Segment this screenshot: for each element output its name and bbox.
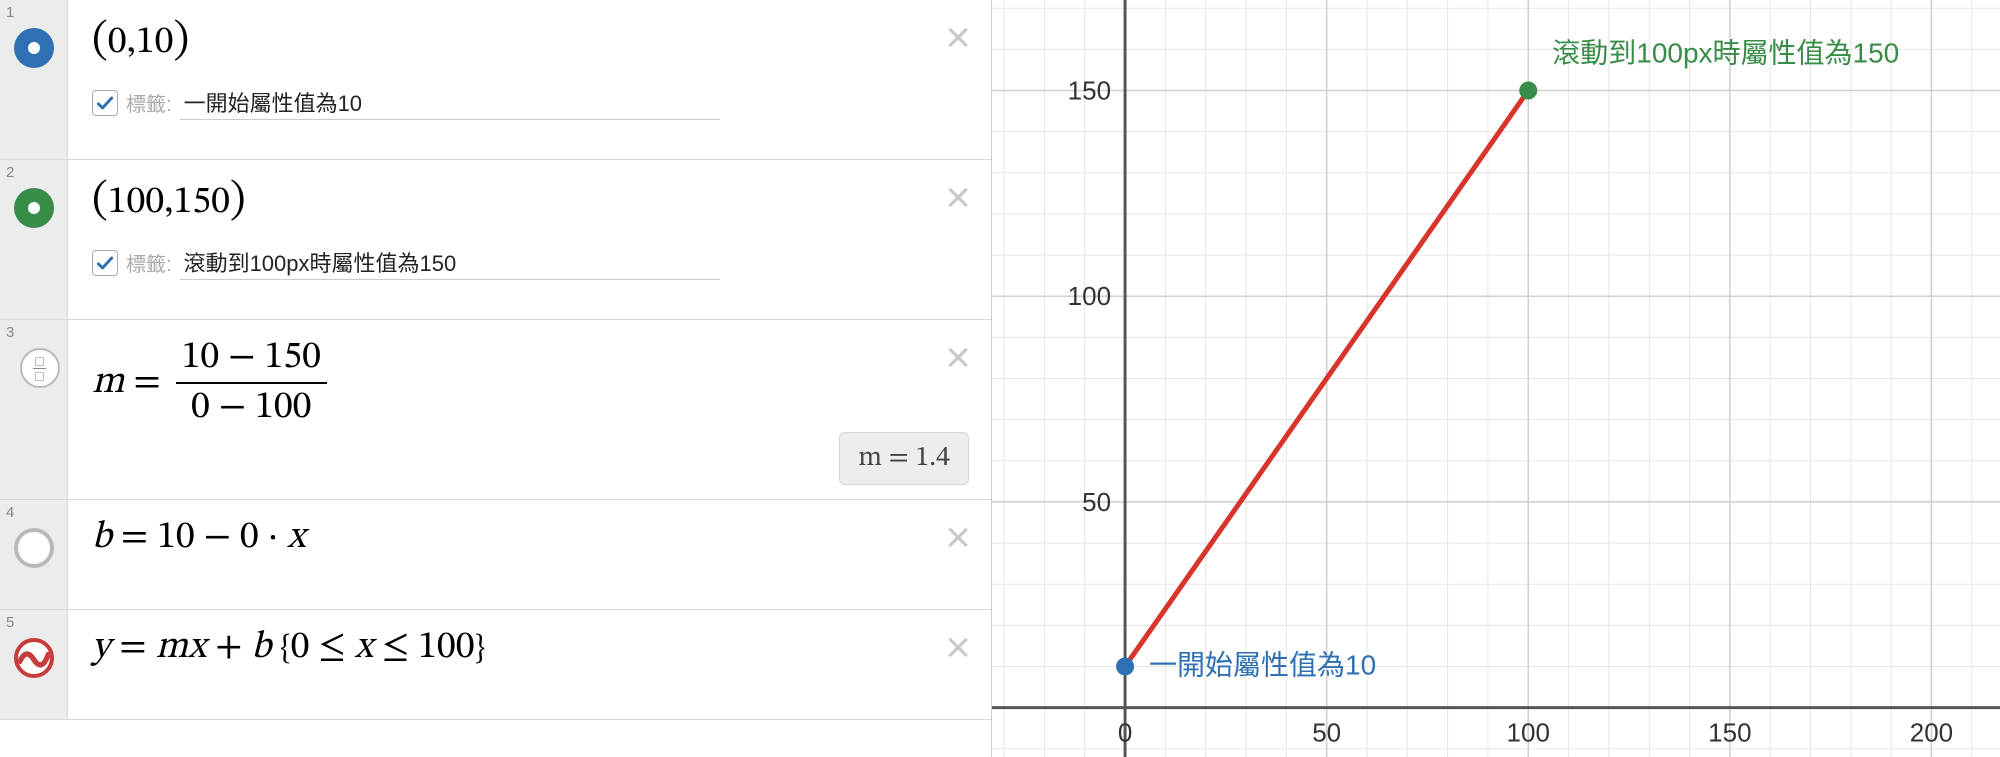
y-tick-label: 150	[1068, 76, 1111, 106]
expression-math[interactable]: y = mx + b {0 ≤ x ≤ 100}	[92, 624, 967, 672]
row-marker[interactable]	[14, 638, 54, 678]
label-input[interactable]	[180, 245, 720, 280]
label-input[interactable]	[180, 85, 720, 120]
expression-row-5[interactable]: 5 ×y = mx + b {0 ≤ x ≤ 100}	[0, 610, 991, 720]
graph-canvas[interactable]: 0 50 100 150 200 50 100 150 一開始屬性值為10 滾動到100px時屬性…	[992, 0, 2000, 757]
label-hint: 標籤:	[126, 88, 172, 117]
row-index: 3	[6, 324, 14, 341]
expression-math[interactable]: b = 10 − 0 · x	[92, 514, 967, 562]
result-chip: m = 1.4	[839, 432, 969, 485]
expression-math[interactable]: (100,150)	[92, 174, 967, 229]
label-hint: 標籤:	[126, 248, 172, 277]
row-index: 2	[6, 164, 14, 181]
row-marker[interactable]	[14, 528, 54, 568]
row-marker[interactable]	[14, 188, 54, 228]
y-tick-label: 50	[1082, 487, 1111, 517]
expression-row-3[interactable]: 3 □□ ×m = 10 − 1500 − 100m = 1.4	[0, 320, 991, 500]
label-checkbox[interactable]	[92, 250, 118, 276]
row-index: 1	[6, 4, 14, 21]
x-tick-label: 150	[1708, 718, 1751, 748]
plot-point-label-0: 一開始屬性值為10	[1149, 649, 1376, 680]
delete-row-button[interactable]: ×	[945, 176, 971, 220]
plot-point-1[interactable]	[1519, 82, 1537, 100]
delete-row-button[interactable]: ×	[945, 516, 971, 560]
expression-row-2[interactable]: 2 ×(100,150) 標籤:	[0, 160, 991, 320]
x-tick-label: 0	[1118, 718, 1132, 748]
delete-row-button[interactable]: ×	[945, 626, 971, 670]
row-marker[interactable]: □□	[20, 348, 60, 388]
expression-math[interactable]: m = 10 − 1500 − 100	[92, 334, 967, 432]
x-tick-label: 100	[1507, 718, 1550, 748]
expression-row-4[interactable]: 4 ×b = 10 − 0 · x	[0, 500, 991, 610]
delete-row-button[interactable]: ×	[945, 16, 971, 60]
row-marker[interactable]	[14, 28, 54, 68]
label-checkbox[interactable]	[92, 90, 118, 116]
x-tick-label: 200	[1910, 718, 1953, 748]
y-tick-label: 100	[1068, 281, 1111, 311]
delete-row-button[interactable]: ×	[945, 336, 971, 380]
row-index: 4	[6, 504, 14, 521]
row-index: 5	[6, 614, 14, 631]
plot-point-0[interactable]	[1116, 657, 1134, 675]
x-tick-label: 50	[1312, 718, 1341, 748]
expression-row-1[interactable]: 1 ×(0,10) 標籤:	[0, 0, 991, 160]
expression-math[interactable]: (0,10)	[92, 14, 967, 69]
plot-point-label-1: 滾動到100px時屬性值為150	[1552, 38, 1899, 69]
